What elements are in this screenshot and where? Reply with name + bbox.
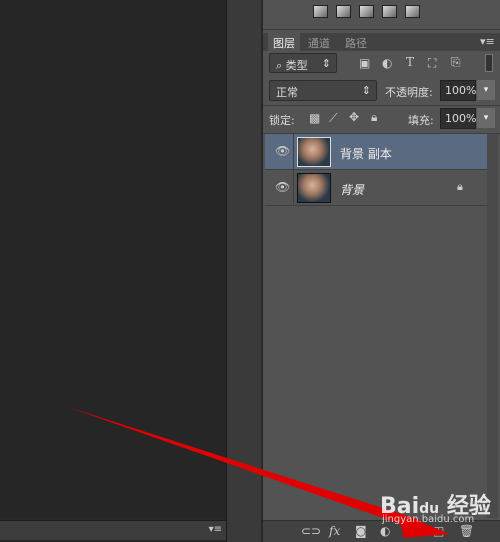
smart-object-filter-icon[interactable]: ⎘ (451, 55, 461, 70)
new-layer-icon[interactable]: ◳ (433, 524, 444, 538)
fill-dropdown[interactable]: ▾ (477, 108, 495, 128)
selective-color-icon[interactable] (359, 5, 374, 18)
layer-thumbnail (297, 173, 331, 203)
panel-menu-icon[interactable]: ▾≡ (475, 33, 500, 51)
document-canvas[interactable] (0, 0, 226, 518)
lock-icon: 🔒︎ (457, 180, 463, 193)
image-filter-icon[interactable]: ▣ (359, 56, 370, 70)
lock-label: 锁定: (269, 114, 295, 127)
shape-filter-icon[interactable]: ⛶ (428, 56, 436, 71)
layer-row-background[interactable]: 👁︎ 背景 🔒︎ (265, 170, 487, 206)
adjustment-filter-icon[interactable]: ◐ (382, 56, 392, 70)
gradient-fill-icon[interactable] (405, 5, 420, 18)
layers-scrollbar[interactable] (487, 134, 498, 518)
layer-thumbnail (297, 137, 331, 167)
fx-icon[interactable]: fx (329, 524, 340, 538)
adjustment-icon[interactable]: ◐ (380, 524, 390, 538)
opacity-label: 不透明度: (385, 86, 433, 99)
folder-icon[interactable]: ▬ (405, 524, 416, 538)
filter-type-label: 类型 (285, 59, 308, 72)
text-filter-icon[interactable]: T (406, 55, 414, 69)
eye-icon[interactable]: 👁︎ (275, 180, 290, 194)
search-icon: ⌕ (276, 59, 286, 72)
gradient-map-icon[interactable] (336, 5, 351, 18)
lock-position-move-icon[interactable]: ✥ (349, 110, 359, 124)
select-arrows-icon: ⇕ (321, 57, 331, 70)
tab-layers[interactable]: 图层 (268, 33, 300, 51)
panel-tabs: 图层 通道 路径 ▾≡ (263, 33, 500, 51)
opacity-input[interactable]: 100% (440, 80, 476, 101)
mask-icon[interactable]: ◙ (355, 524, 367, 538)
status-menu-icon[interactable]: ▾≡ (209, 524, 222, 535)
channel-mixer-icon[interactable] (382, 5, 397, 18)
adjustments-row (263, 0, 500, 30)
filter-toggle[interactable] (485, 54, 493, 72)
eye-icon[interactable]: 👁︎ (275, 144, 290, 158)
blend-mode-value: 正常 (276, 86, 298, 99)
layer-row-background-copy[interactable]: 👁︎ 背景 副本 (265, 134, 487, 170)
fill-input[interactable]: 100% (440, 108, 476, 129)
panel-dock-gutter (226, 0, 262, 542)
opacity-dropdown[interactable]: ▾ (477, 80, 495, 100)
trash-icon[interactable]: 🗑︎ (459, 524, 474, 538)
status-bar: ▾≡ (0, 520, 226, 540)
filter-type-select[interactable]: ⌕ 类型 ⇕ (269, 53, 337, 73)
tab-paths[interactable]: 路径 (340, 33, 372, 51)
layer-name[interactable]: 背景 副本 (340, 145, 392, 162)
link-icon[interactable]: ⊂⊃ (301, 524, 321, 538)
blend-mode-select[interactable]: 正常 ⇕ (269, 80, 377, 101)
tab-channels[interactable]: 通道 (303, 33, 335, 51)
layers-panel: 图层 通道 路径 ▾≡ ⌕ 类型 ⇕ ▣ ◐ T ⛶ ⎘ 正常 ⇕ 不透明度: 10… (263, 0, 500, 542)
baidu-watermark-url: jingyan.baidu.com (382, 514, 475, 525)
fill-label: 填充: (408, 114, 434, 127)
layer-name[interactable]: 背景 (340, 181, 364, 198)
lock-pixels-brush-icon[interactable]: ⟋ (329, 111, 337, 126)
exposure-icon[interactable] (313, 5, 328, 18)
lock-all-icon[interactable]: 🔒︎ (371, 110, 377, 125)
lock-transparent-icon[interactable]: ▩ (309, 111, 320, 125)
select-arrows-icon: ⇕ (361, 84, 371, 97)
